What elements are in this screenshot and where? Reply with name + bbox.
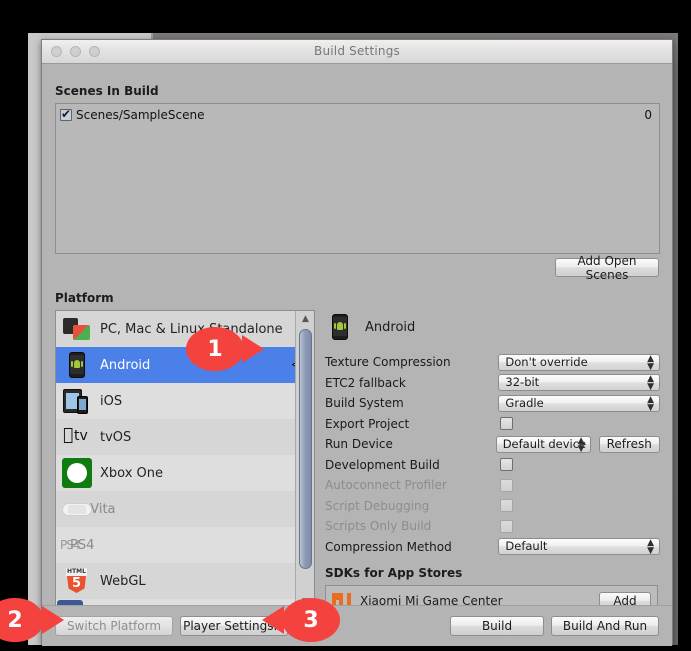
platform-settings-panel: Android Texture Compression Don't overri… bbox=[325, 310, 660, 637]
callout-number: 2 bbox=[0, 598, 64, 642]
sdks-for-app-stores-label: SDKs for App Stores bbox=[325, 566, 463, 580]
setting-row-autoconnect-profiler: Autoconnect Profiler bbox=[325, 475, 660, 496]
build-system-dropdown[interactable]: Gradle ▲ ▼ bbox=[498, 394, 660, 413]
selected-platform-header: Android bbox=[325, 310, 660, 344]
bottom-bar-left-group: Switch Platform Player Settings... bbox=[55, 616, 288, 636]
platform-item-label: Android bbox=[100, 357, 151, 373]
stepper-arrows-icon: ▲ ▼ bbox=[647, 538, 654, 557]
setting-label: Build System bbox=[325, 396, 404, 411]
window-bottom-bar: Switch Platform Player Settings... Build… bbox=[42, 605, 672, 646]
setting-label: Development Build bbox=[325, 457, 440, 472]
tvos-icon: tv bbox=[63, 427, 88, 444]
export-project-checkbox[interactable] bbox=[500, 417, 513, 431]
texture-compression-dropdown[interactable]: Don't override ▲ ▼ bbox=[498, 353, 660, 372]
setting-row-scripts-only-build: Scripts Only Build bbox=[325, 516, 660, 537]
setting-label: Script Debugging bbox=[325, 498, 430, 513]
autoconnect-profiler-checkbox bbox=[500, 478, 513, 492]
stepper-arrows-icon: ▲ ▼ bbox=[647, 394, 654, 413]
scrollbar-thumb[interactable] bbox=[299, 329, 312, 569]
window-body: Scenes In Build Scenes/SampleScene 0 Add… bbox=[42, 64, 672, 646]
setting-row-development-build: Development Build bbox=[325, 455, 660, 476]
build-button[interactable]: Build bbox=[450, 616, 544, 636]
platform-label: Platform bbox=[55, 291, 114, 305]
refresh-devices-button[interactable]: Refresh bbox=[598, 435, 660, 453]
stepper-arrows-icon: ▲ ▼ bbox=[647, 353, 654, 372]
dropdown-value: Gradle bbox=[505, 395, 544, 410]
dropdown-value: Default device bbox=[502, 436, 587, 451]
scenes-in-build-list[interactable]: Scenes/SampleScene 0 bbox=[55, 103, 660, 254]
scripts-only-build-checkbox bbox=[500, 519, 513, 533]
window-titlebar: Build Settings bbox=[42, 40, 672, 64]
platform-item-ps4[interactable]: PS4 PS4 bbox=[56, 527, 314, 563]
setting-label: Export Project bbox=[325, 416, 410, 431]
scene-path-label: Scenes/SampleScene bbox=[76, 108, 205, 122]
setting-row-script-debugging: Script Debugging bbox=[325, 496, 660, 517]
stepper-arrows-icon: ▲ ▼ bbox=[647, 374, 654, 393]
scroll-up-arrow-icon[interactable]: ▲ bbox=[299, 313, 312, 326]
platform-item-android[interactable]: Android bbox=[56, 347, 314, 383]
script-debugging-checkbox bbox=[500, 499, 513, 513]
window-title: Build Settings bbox=[314, 44, 400, 58]
selected-platform-title: Android bbox=[365, 319, 416, 335]
xbox-icon: ✕ bbox=[62, 458, 92, 488]
setting-row-etc2-fallback: ETC2 fallback 32-bit ▲ ▼ bbox=[325, 373, 660, 394]
platform-item-ps-vita[interactable]: PS Vita bbox=[56, 491, 314, 527]
setting-row-build-system: Build System Gradle ▲ ▼ bbox=[325, 393, 660, 414]
settings-rows: Texture Compression Don't override ▲ ▼ ET… bbox=[325, 352, 660, 557]
webgl-icon: HTML 5 bbox=[66, 568, 87, 593]
platform-item-tvos[interactable]: tv tvOS bbox=[56, 419, 314, 455]
build-settings-window: Build Settings Scenes In Build Scenes/Sa… bbox=[41, 39, 673, 646]
platform-item-xbox-one[interactable]: ✕ Xbox One bbox=[56, 455, 314, 491]
platform-item-label: iOS bbox=[100, 393, 123, 409]
platform-item-label: Xbox One bbox=[100, 465, 164, 481]
setting-label: Texture Compression bbox=[325, 355, 451, 370]
psvita-icon bbox=[62, 494, 92, 524]
bottom-bar-right-group: Build Build And Run bbox=[450, 616, 659, 636]
dropdown-value: 32-bit bbox=[505, 375, 540, 390]
setting-row-texture-compression: Texture Compression Don't override ▲ ▼ bbox=[325, 352, 660, 373]
switch-platform-button[interactable]: Switch Platform bbox=[55, 616, 173, 636]
setting-label: Scripts Only Build bbox=[325, 519, 432, 534]
callout-marker-1: 1 bbox=[186, 327, 264, 371]
compression-method-dropdown[interactable]: Default ▲ ▼ bbox=[498, 538, 660, 557]
callout-number: 1 bbox=[186, 327, 264, 371]
setting-label: Run Device bbox=[325, 437, 393, 452]
screenshot-root: Build Settings Scenes In Build Scenes/Sa… bbox=[0, 0, 691, 651]
standalone-icon bbox=[62, 314, 92, 344]
platform-list-scrollbar[interactable]: ▲ ▼ bbox=[295, 311, 314, 611]
ps4-icon: PS4 bbox=[60, 538, 80, 552]
callout-number: 3 bbox=[262, 598, 340, 642]
dropdown-value: Don't override bbox=[505, 354, 588, 369]
setting-row-export-project: Export Project bbox=[325, 414, 660, 435]
setting-label: Autoconnect Profiler bbox=[325, 478, 447, 493]
callout-marker-2: 2 bbox=[0, 598, 64, 642]
etc2-fallback-dropdown[interactable]: 32-bit ▲ ▼ bbox=[498, 374, 660, 393]
setting-row-compression-method: Compression Method Default ▲ ▼ bbox=[325, 537, 660, 558]
scene-index-label: 0 bbox=[644, 108, 652, 122]
setting-label: ETC2 fallback bbox=[325, 375, 406, 390]
run-device-dropdown[interactable]: Default device ▲ ▼ bbox=[495, 435, 591, 454]
development-build-checkbox[interactable] bbox=[500, 458, 513, 472]
callout-marker-3: 3 bbox=[262, 598, 340, 642]
scene-list-item[interactable]: Scenes/SampleScene 0 bbox=[57, 106, 658, 124]
android-icon bbox=[325, 312, 355, 342]
scenes-in-build-label: Scenes In Build bbox=[55, 84, 159, 98]
setting-label: Compression Method bbox=[325, 539, 452, 554]
scene-enabled-checkbox[interactable] bbox=[60, 107, 72, 121]
stepper-arrows-icon: ▲ ▼ bbox=[577, 435, 585, 454]
platform-item-label: WebGL bbox=[100, 573, 146, 589]
dropdown-value: Default bbox=[505, 539, 548, 554]
platform-item-ios[interactable]: iOS bbox=[56, 383, 314, 419]
build-and-run-button[interactable]: Build And Run bbox=[551, 616, 659, 636]
android-icon bbox=[62, 350, 92, 380]
platform-item-webgl[interactable]: HTML 5 WebGL bbox=[56, 563, 314, 599]
platform-item-standalone[interactable]: PC, Mac & Linux Standalone bbox=[56, 311, 314, 347]
platform-item-label: tvOS bbox=[100, 429, 132, 445]
ios-icon bbox=[62, 386, 92, 416]
setting-row-run-device: Run Device Default device ▲ ▼ Refresh bbox=[325, 434, 660, 455]
platform-list[interactable]: PC, Mac & Linux Standalone Android iOS t… bbox=[55, 310, 315, 612]
add-open-scenes-button[interactable]: Add Open Scenes bbox=[555, 254, 659, 282]
